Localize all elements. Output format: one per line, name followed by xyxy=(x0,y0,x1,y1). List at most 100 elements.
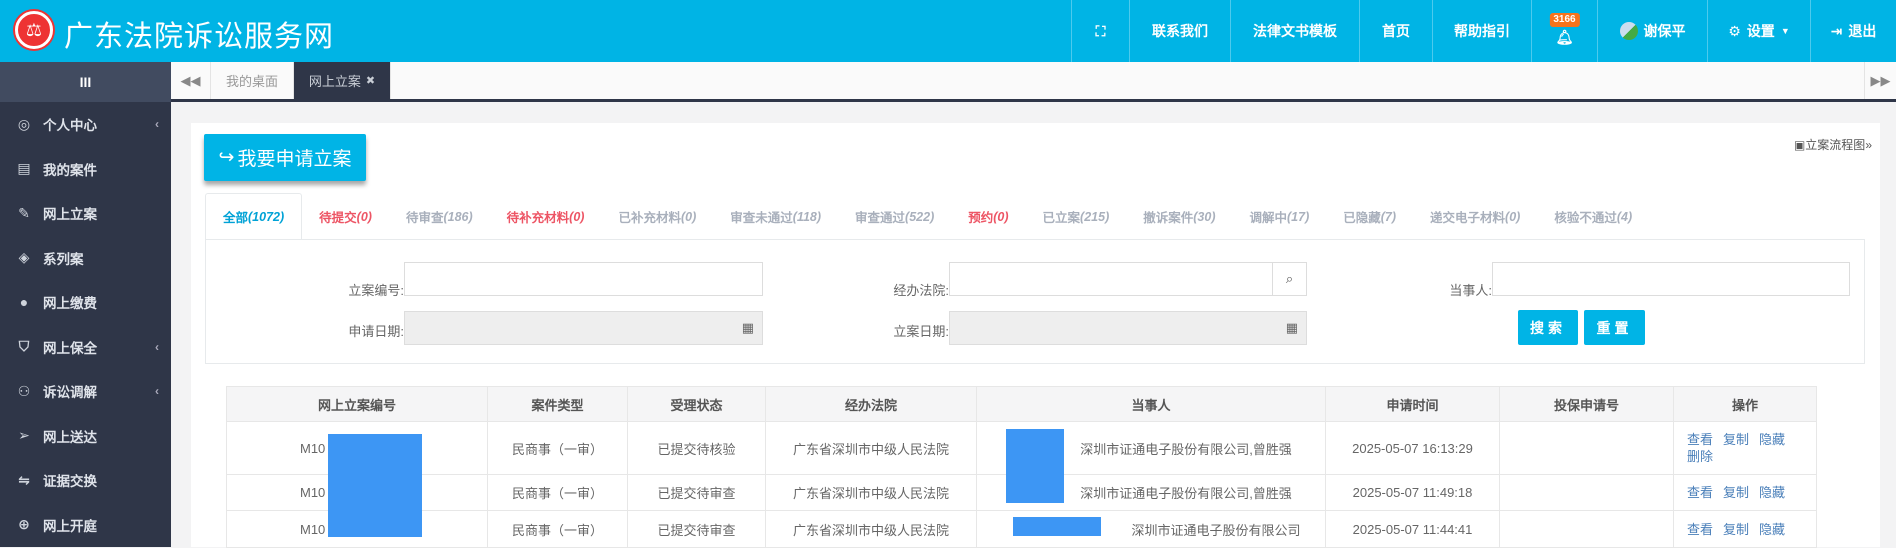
apply-filing-button[interactable]: ↪ 我要申请立案 xyxy=(204,134,366,181)
redaction-box xyxy=(328,434,422,537)
avatar-icon xyxy=(1619,22,1638,40)
sidebar-item[interactable]: ⛉ 网上保全 ‹ xyxy=(0,325,171,370)
sidebar-item-label: 诉讼调解 xyxy=(43,385,97,401)
status-tab[interactable]: 审查通过 (522) xyxy=(838,193,951,240)
cell-text: 2025-05-07 11:49:18 xyxy=(1352,485,1473,500)
calendar-icon[interactable]: ▦ xyxy=(742,320,754,336)
search-form xyxy=(205,240,1865,364)
notification-badge: 3166 xyxy=(1549,13,1580,27)
column-header: 申请时间 xyxy=(1325,386,1500,422)
sidebar-item[interactable]: ◎ 个人中心 ‹ xyxy=(0,102,171,147)
action-link[interactable]: 复制 xyxy=(1723,522,1749,537)
cell-text: 广东省深圳市中级人民法院 xyxy=(792,441,949,457)
case-no-input[interactable] xyxy=(404,262,763,296)
sidebar-item-label: 网上保全 xyxy=(43,340,97,356)
user-menu[interactable]: 谢保平 xyxy=(1597,0,1707,62)
reset-button[interactable]: 重置 xyxy=(1584,310,1645,345)
table-header-row: 网上立案编号 案件类型 受理状态 经办法院 当事人 申请时间 投保申请号 操作 xyxy=(226,386,1817,422)
status-tab[interactable]: 调解中 (17) xyxy=(1232,193,1326,240)
file-date-input[interactable]: ▦ xyxy=(949,311,1307,345)
sidebar: III ◎ 个人中心 ‹ ▤ 我的案件 ✎ 网上立案 ◈ 系列案 ● 网上缴费 ⛉ 网上保全 ‹ ⚇ 诉讼调解… xyxy=(0,62,171,547)
status-tab[interactable]: 撤诉案件 (30) xyxy=(1126,193,1232,240)
sidebar-item[interactable]: ✎ 网上立案 xyxy=(0,191,171,236)
tab-my-desktop[interactable]: 我的桌面 xyxy=(211,62,294,99)
tabs-scroll-left-button[interactable]: ◀◀ xyxy=(171,62,211,99)
nav-templates[interactable]: 法律文书模板 xyxy=(1230,0,1359,62)
cell-status: 已提交待审查 xyxy=(627,510,766,548)
cell-status: 已提交待审查 xyxy=(627,474,766,511)
party-input[interactable] xyxy=(1492,262,1850,296)
logout-button[interactable]: ⇥ 退出 xyxy=(1810,0,1896,62)
cell-court: 广东省深圳市中级人民法院 xyxy=(765,421,977,475)
bell-icon: 🔔︎ xyxy=(1555,28,1574,45)
sidebar-toggle[interactable]: III xyxy=(0,62,171,102)
tab-label: 递交电子材料 xyxy=(1430,211,1506,225)
layers-icon: ◈ xyxy=(18,249,30,266)
calendar-icon[interactable]: ▦ xyxy=(1286,320,1298,336)
globe-icon: ⊕ xyxy=(18,516,30,533)
status-tab[interactable]: 核验不通过 (4) xyxy=(1537,193,1649,240)
double-right-icon: ▶▶ xyxy=(1870,72,1891,88)
action-link[interactable]: 查看 xyxy=(1687,432,1713,447)
action-link[interactable]: 复制 xyxy=(1723,432,1749,447)
button-label: 我要申请立案 xyxy=(237,149,352,170)
user-name: 谢保平 xyxy=(1643,23,1686,39)
status-tab[interactable]: 待补充材料 (0) xyxy=(490,193,602,240)
column-header: 当事人 xyxy=(976,386,1326,422)
notifications-button[interactable]: 3166 🔔︎ xyxy=(1531,0,1597,62)
status-tab[interactable]: 已隐藏 (7) xyxy=(1326,193,1413,240)
action-link[interactable]: 查看 xyxy=(1687,485,1713,500)
column-header: 投保申请号 xyxy=(1499,386,1674,422)
status-tab[interactable]: 已立案 (215) xyxy=(1026,193,1127,240)
nav-label: 设置 xyxy=(1746,23,1775,39)
tab-count: (0) xyxy=(569,209,585,224)
cell-text: 已提交待审查 xyxy=(657,522,736,538)
court-input[interactable]: ⌕ xyxy=(949,262,1307,296)
tab-online-filing[interactable]: 网上立案 ✖ xyxy=(294,62,391,99)
search-icon[interactable]: ⌕ xyxy=(1272,263,1306,295)
action-link[interactable]: 删除 xyxy=(1687,449,1713,464)
cell-text: 广东省深圳市中级人民法院 xyxy=(792,522,949,538)
tab-label: 待审查 xyxy=(405,211,444,225)
action-link[interactable]: 隐藏 xyxy=(1759,522,1785,537)
sidebar-item[interactable]: ⊕ 网上开庭 xyxy=(0,503,171,548)
sidebar-item-label: 网上开庭 xyxy=(43,518,97,534)
tabs-scroll-right-button[interactable]: ▶▶ xyxy=(1864,62,1896,99)
share-arrow-icon: ↪ xyxy=(218,147,235,168)
people-icon: ⚇ xyxy=(17,382,31,399)
sidebar-item[interactable]: ⇋ 证据交换 xyxy=(0,458,171,503)
cell-text: M10 xyxy=(300,521,326,537)
action-link[interactable]: 复制 xyxy=(1723,485,1749,500)
court-emblem-logo: ⚖ xyxy=(15,11,53,49)
sidebar-item[interactable]: ⚇ 诉讼调解 ‹ xyxy=(0,369,171,414)
action-link[interactable]: 查看 xyxy=(1687,522,1713,537)
status-tab[interactable]: 递交电子材料 (0) xyxy=(1413,193,1537,240)
cell-text: M10 xyxy=(300,485,326,500)
sidebar-item[interactable]: ➢ 网上送达 xyxy=(0,414,171,459)
cell-text: 广东省深圳市中级人民法院 xyxy=(792,486,949,501)
sidebar-item[interactable]: ▤ 我的案件 xyxy=(0,147,171,192)
cell-type: 民商事（一审） xyxy=(487,510,628,548)
status-tab[interactable]: 全部 (1072) xyxy=(205,193,303,240)
flow-chart-link[interactable]: ▣立案流程图» xyxy=(1794,136,1872,153)
apply-date-input[interactable]: ▦ xyxy=(404,311,763,345)
fullscreen-button[interactable]: ⛶ xyxy=(1071,0,1129,62)
tab-label: 已隐藏 xyxy=(1343,211,1381,225)
status-tab[interactable]: 待提交 (0) xyxy=(302,193,389,240)
sidebar-item[interactable]: ◈ 系列案 xyxy=(0,236,171,281)
nav-home[interactable]: 首页 xyxy=(1359,0,1432,62)
status-tab[interactable]: 审查未通过 (118) xyxy=(713,193,838,240)
status-tab[interactable]: 预约 (0) xyxy=(951,193,1025,240)
action-link[interactable]: 隐藏 xyxy=(1759,432,1785,447)
sidebar-item-label: 网上送达 xyxy=(43,429,97,445)
status-tab[interactable]: 待审查 (186) xyxy=(389,193,490,240)
nav-contact[interactable]: 联系我们 xyxy=(1129,0,1230,62)
search-button[interactable]: 搜索 xyxy=(1518,310,1578,345)
action-link[interactable]: 隐藏 xyxy=(1759,485,1785,500)
status-tab[interactable]: 已补充材料 (0) xyxy=(601,193,713,240)
nav-help[interactable]: 帮助指引 xyxy=(1432,0,1531,62)
settings-menu[interactable]: ⚙ 设置 ▼ xyxy=(1707,0,1810,62)
close-tab-icon[interactable]: ✖ xyxy=(366,74,375,87)
cell-text: 深圳市证通电子股份有限公司 xyxy=(1131,522,1301,538)
sidebar-item[interactable]: ● 网上缴费 xyxy=(0,280,171,325)
